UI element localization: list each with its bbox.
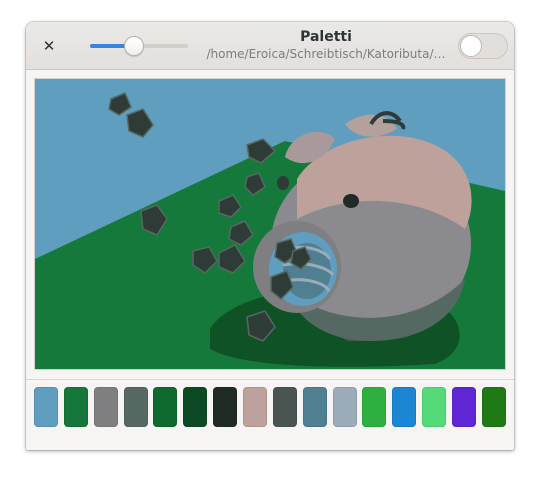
window-title: Paletti — [300, 29, 352, 45]
color-swatch[interactable] — [362, 387, 387, 427]
header-bar: ✕ Paletti /home/Eroica/Schreibtisch/Kato… — [26, 22, 514, 70]
close-button[interactable]: ✕ — [38, 35, 60, 57]
toggle-switch[interactable] — [458, 33, 508, 59]
color-swatch[interactable] — [213, 387, 238, 427]
switch-knob — [460, 35, 482, 57]
color-swatch[interactable] — [63, 387, 88, 427]
color-swatch[interactable] — [183, 387, 208, 427]
slider-knob[interactable] — [124, 36, 145, 56]
color-swatch[interactable] — [272, 387, 297, 427]
color-swatch[interactable] — [34, 387, 58, 427]
color-swatch[interactable] — [452, 387, 477, 427]
color-swatch[interactable] — [392, 387, 417, 427]
app-window: ✕ Paletti /home/Eroica/Schreibtisch/Kato… — [26, 22, 514, 450]
palette-swatches — [34, 387, 506, 427]
color-swatch[interactable] — [332, 387, 357, 427]
color-swatch[interactable] — [243, 387, 268, 427]
image-preview — [34, 78, 506, 370]
posterized-image — [35, 79, 505, 369]
title-box: Paletti /home/Eroica/Schreibtisch/Katori… — [206, 28, 446, 62]
pig-eye — [343, 194, 359, 208]
color-swatch[interactable] — [481, 387, 506, 427]
color-swatch[interactable] — [93, 387, 118, 427]
close-icon: ✕ — [42, 37, 56, 55]
color-count-slider[interactable] — [90, 36, 188, 56]
window-subtitle: /home/Eroica/Schreibtisch/Katoributa/… — [206, 47, 446, 61]
pig-eye — [277, 176, 289, 190]
color-swatch[interactable] — [422, 387, 447, 427]
divider — [26, 379, 514, 380]
color-swatch[interactable] — [123, 387, 148, 427]
color-swatch[interactable] — [153, 387, 178, 427]
color-swatch[interactable] — [302, 387, 327, 427]
